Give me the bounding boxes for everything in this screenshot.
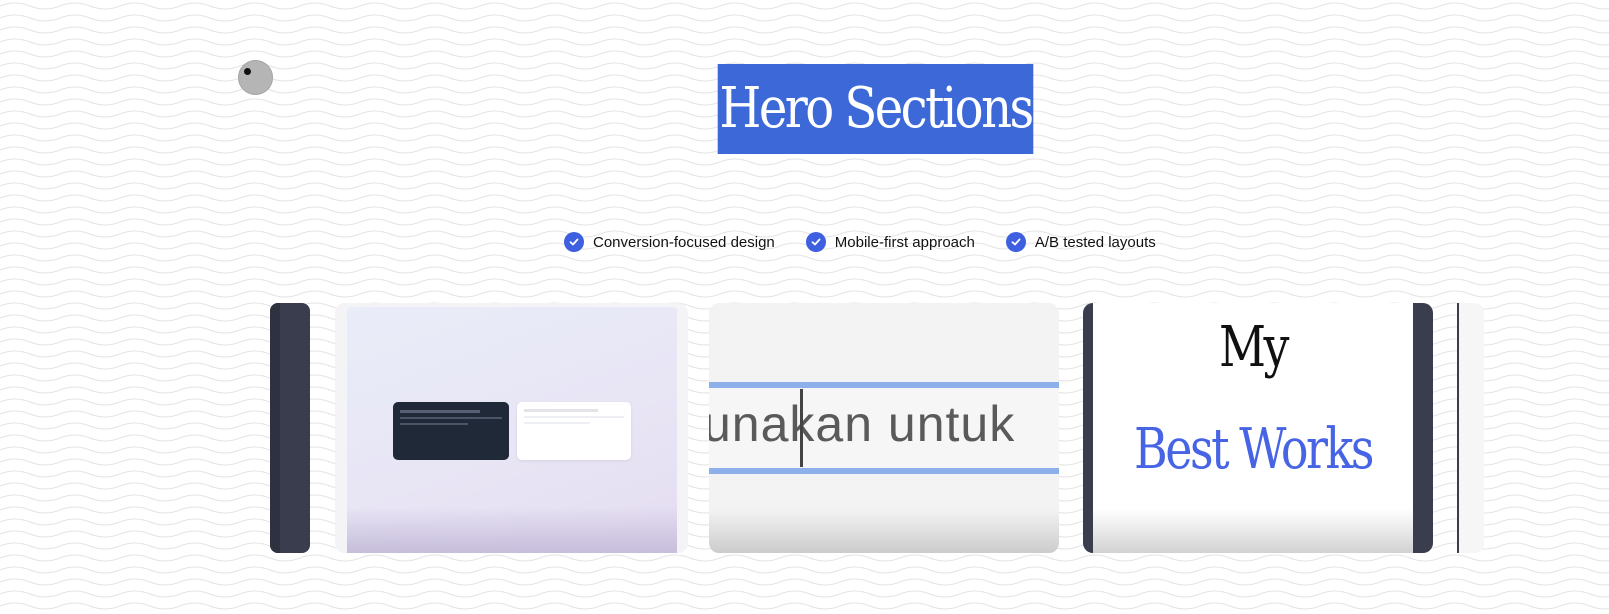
feature-list: Conversion-focused design Mobile-first a…	[564, 232, 1187, 252]
check-circle-icon	[805, 232, 826, 252]
feature-label: Mobile-first approach	[834, 233, 975, 251]
showcase-card-portfolio[interactable]: My Best Works	[1083, 303, 1433, 553]
feature-label: Conversion-focused design	[593, 233, 775, 251]
showcase-card-text-zoom[interactable]: unakan untuk	[709, 303, 1059, 553]
feature-label: A/B tested layouts	[1034, 233, 1156, 251]
portfolio-heading-line1: My	[1218, 315, 1290, 380]
card-edge	[270, 303, 280, 553]
showcase-carousel[interactable]: unakan untuk My Best Works	[270, 303, 1484, 553]
feature-item-conversion: Conversion-focused design	[564, 232, 775, 252]
hero-title-line1: Hero Sections	[717, 64, 1034, 154]
showcase-card-partial-left[interactable]	[270, 303, 310, 553]
hero-title: Hero Sections	[0, 64, 1609, 154]
zoomed-text: unakan untuk	[709, 396, 1016, 452]
light-panel-thumbnail	[517, 402, 631, 460]
card-bottom-shade	[1093, 509, 1413, 553]
portfolio-heading-line2: Best Works	[1133, 417, 1374, 482]
check-circle-icon	[1005, 232, 1026, 252]
feature-item-ab-tested: A/B tested layouts	[1005, 232, 1156, 252]
card-bottom-shade	[709, 509, 1059, 553]
text-caret	[800, 389, 803, 467]
check-circle-icon	[564, 232, 584, 252]
dark-panel-thumbnail	[393, 402, 509, 460]
showcase-card-ui-preview[interactable]	[335, 303, 688, 553]
card-edge	[1457, 303, 1459, 553]
showcase-card-partial-right[interactable]	[1457, 303, 1484, 553]
card-bottom-shade	[347, 507, 677, 553]
feature-item-mobile: Mobile-first approach	[805, 232, 975, 252]
